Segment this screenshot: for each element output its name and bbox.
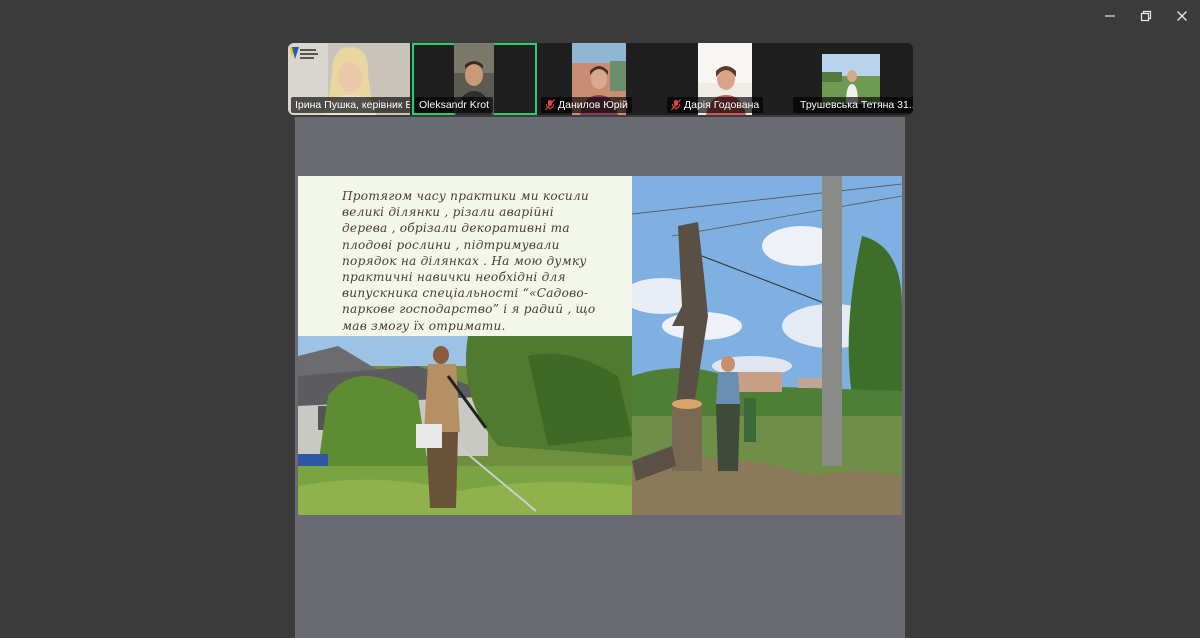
participant-name: Трушевська Тетяна 31...: [793, 97, 913, 113]
participant-name-text: Дарія Годована: [684, 99, 760, 111]
participant-name: Ірина Пушка, керівник ЕГ: [291, 97, 410, 113]
participant-name: Данилов Юрій: [541, 97, 632, 113]
window-controls: [1092, 0, 1200, 32]
microphone-muted-icon: [545, 99, 555, 111]
participant-name-text: Данилов Юрій: [558, 99, 628, 111]
participant-name: Дарія Годована: [667, 97, 764, 113]
participant-name-text: Ірина Пушка, керівник ЕГ: [295, 99, 410, 111]
participant-name: Oleksandr Krot: [415, 97, 494, 113]
restore-icon[interactable]: [1128, 0, 1164, 32]
participant-tile[interactable]: Дарія Годована: [664, 43, 788, 115]
slide-text: Протягом часу практики ми косили великі …: [342, 189, 596, 333]
presentation-slide: Протягом часу практики ми косили великі …: [298, 176, 902, 515]
minimize-icon[interactable]: [1092, 0, 1128, 32]
close-icon[interactable]: [1164, 0, 1200, 32]
slide-text-box: Протягом часу практики ми косили великі …: [298, 176, 632, 336]
participant-strip: Ірина Пушка, керівник ЕГ Oleksandr Krot: [288, 43, 913, 115]
photo-mowing: [298, 336, 632, 515]
participant-tile[interactable]: Данилов Юрій: [538, 43, 662, 115]
participant-tile-active-speaker[interactable]: Oleksandr Krot: [412, 43, 537, 115]
photo-tree-cutting: [632, 176, 902, 515]
microphone-muted-icon: [671, 99, 681, 111]
participant-name-text: Трушевська Тетяна 31...: [800, 99, 913, 111]
participant-tile[interactable]: Трушевська Тетяна 31...: [790, 43, 913, 115]
participant-tile[interactable]: Ірина Пушка, керівник ЕГ: [288, 43, 410, 115]
participant-name-text: Oleksandr Krot: [419, 99, 490, 111]
